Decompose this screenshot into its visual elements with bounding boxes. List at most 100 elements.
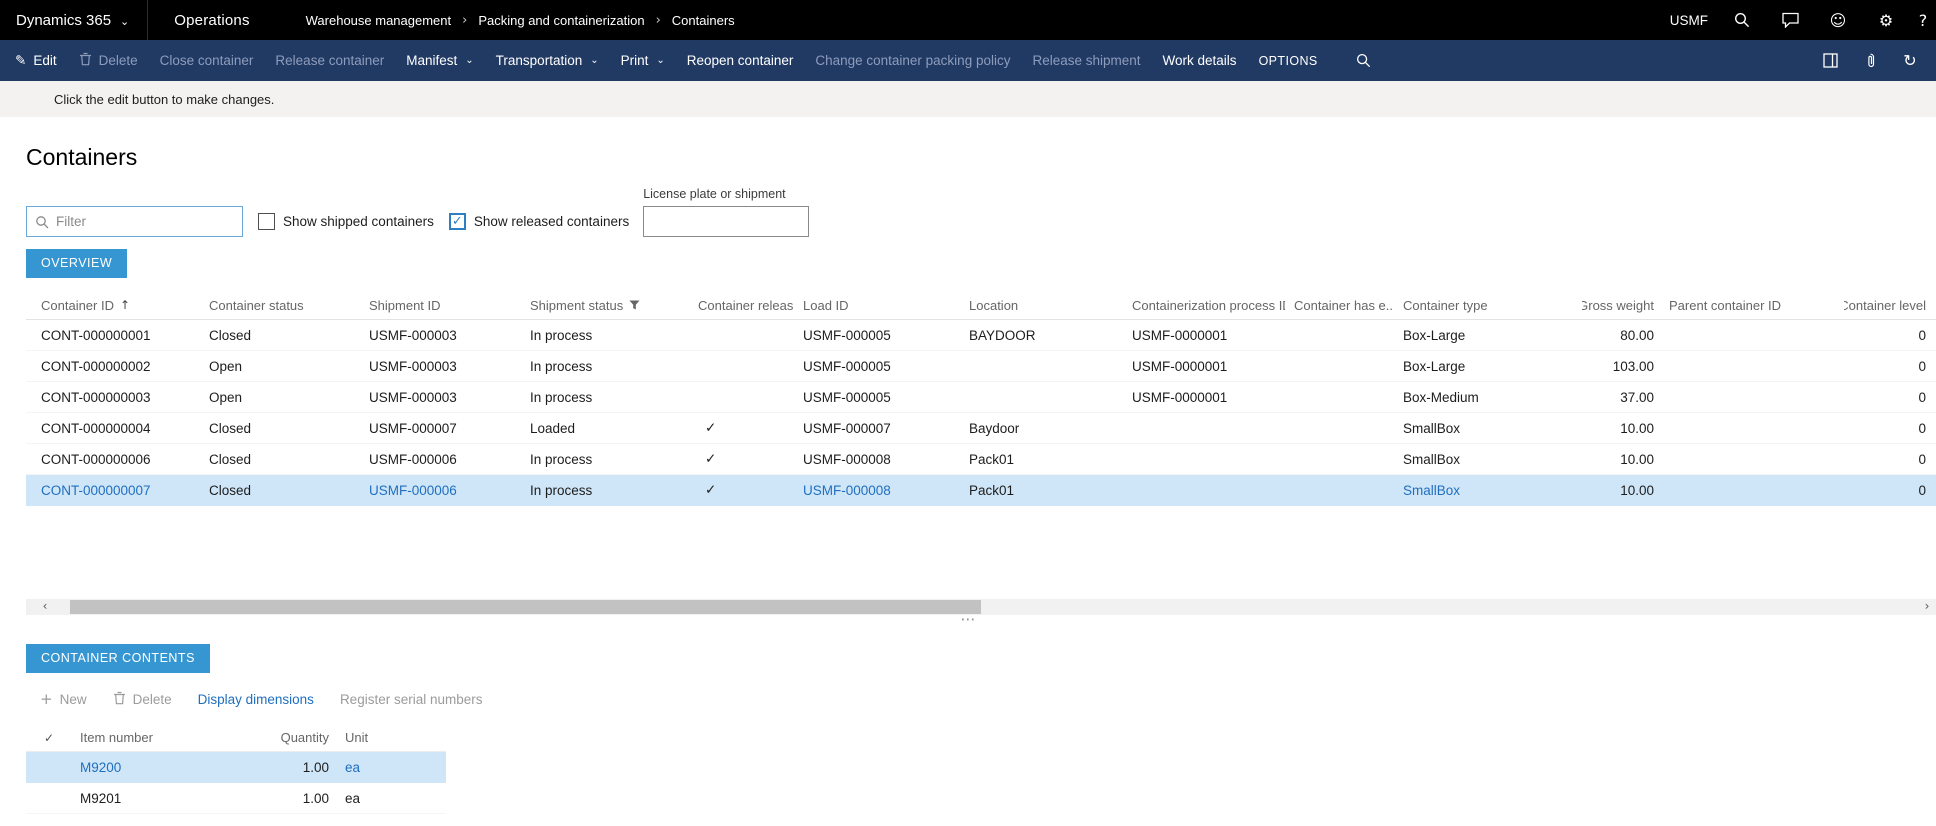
cell-container-released[interactable] (689, 382, 794, 412)
register-serial-numbers-button[interactable]: Register serial numbers (340, 692, 483, 707)
cell-shipment-status[interactable]: In process (521, 320, 689, 350)
cell-container-released[interactable] (689, 351, 794, 381)
new-button[interactable]: + New (40, 690, 87, 708)
cell-quantity[interactable]: 1.00 (257, 752, 337, 782)
help-icon[interactable]: ? (1910, 11, 1936, 30)
cell-shipment-status[interactable]: In process (521, 351, 689, 381)
cell-parent-container-id[interactable] (1660, 382, 1844, 412)
cell-container-has-errors[interactable] (1285, 444, 1394, 474)
company-picker[interactable]: USMF (1670, 13, 1708, 28)
cell-shipment-status[interactable]: In process (521, 475, 689, 505)
cell-parent-container-id[interactable] (1660, 320, 1844, 350)
horizontal-scrollbar[interactable]: ‹ › (26, 599, 1936, 615)
cell-container-id[interactable]: CONT-000000002 (26, 351, 200, 381)
column-header-item-number[interactable]: Item number (72, 724, 257, 751)
cell-container-id[interactable]: CONT-000000001 (26, 320, 200, 350)
attachments-icon[interactable] (1850, 53, 1890, 68)
cell-container-level[interactable]: 0 (1844, 413, 1936, 443)
print-menu-button[interactable]: Print ⌄ (610, 40, 676, 81)
cell-select[interactable] (26, 752, 72, 782)
table-row[interactable]: CONT-000000006 Closed USMF-000006 In pro… (26, 444, 1936, 475)
cell-container-has-errors[interactable] (1285, 413, 1394, 443)
list-item[interactable]: M9201 1.00 ea (26, 783, 446, 814)
app-name[interactable]: Operations (174, 12, 249, 29)
cell-location[interactable] (960, 382, 1123, 412)
cell-shipment-id[interactable]: USMF-000003 (360, 351, 521, 381)
column-header-parent-container-id[interactable]: Parent container ID (1660, 291, 1844, 319)
cell-containerization-process-id[interactable]: USMF-0000001 (1123, 320, 1285, 350)
column-header-load-id[interactable]: Load ID (794, 291, 960, 319)
display-dimensions-button[interactable]: Display dimensions (198, 692, 314, 707)
cell-load-id[interactable]: USMF-000005 (794, 320, 960, 350)
table-row[interactable]: CONT-000000002 Open USMF-000003 In proce… (26, 351, 1936, 382)
cell-container-level[interactable]: 0 (1844, 444, 1936, 474)
cell-container-level[interactable]: 0 (1844, 475, 1936, 505)
cell-container-level[interactable]: 0 (1844, 351, 1936, 381)
close-container-button[interactable]: Close container (149, 40, 265, 81)
cell-container-released[interactable]: ✓ (689, 413, 794, 443)
reopen-container-button[interactable]: Reopen container (676, 40, 805, 81)
filter-input[interactable] (56, 214, 234, 229)
column-header-container-type[interactable]: Container type (1394, 291, 1582, 319)
cell-container-level[interactable]: 0 (1844, 382, 1936, 412)
cell-containerization-process-id[interactable] (1123, 475, 1285, 505)
table-row[interactable]: CONT-000000003 Open USMF-000003 In proce… (26, 382, 1936, 413)
cell-unit[interactable]: ea (337, 783, 446, 813)
cell-gross-weight[interactable]: 37.00 (1582, 382, 1660, 412)
cell-container-status[interactable]: Open (200, 351, 360, 381)
show-released-containers-checkbox[interactable]: ✓ Show released containers (449, 213, 629, 230)
cell-container-level[interactable]: 0 (1844, 320, 1936, 350)
tab-overview[interactable]: OVERVIEW (26, 249, 127, 278)
search-icon[interactable] (1718, 12, 1766, 28)
column-header-shipment-id[interactable]: Shipment ID (360, 291, 521, 319)
column-header-gross-weight[interactable]: Gross weight (1582, 291, 1660, 319)
tab-container-contents[interactable]: CONTAINER CONTENTS (26, 644, 210, 673)
release-container-button[interactable]: Release container (264, 40, 395, 81)
cell-shipment-id[interactable]: USMF-000003 (360, 382, 521, 412)
action-search-icon[interactable] (1345, 40, 1382, 81)
cell-container-type[interactable]: SmallBox (1394, 475, 1582, 505)
cell-container-id[interactable]: CONT-000000003 (26, 382, 200, 412)
release-shipment-button[interactable]: Release shipment (1021, 40, 1151, 81)
cell-container-released[interactable]: ✓ (689, 475, 794, 505)
column-header-container-level[interactable]: Container level (1844, 291, 1936, 319)
cell-containerization-process-id[interactable] (1123, 444, 1285, 474)
cell-container-id[interactable]: CONT-000000006 (26, 444, 200, 474)
feedback-icon[interactable] (1766, 12, 1814, 28)
edit-button[interactable]: ✎ Edit (4, 40, 68, 81)
cell-container-has-errors[interactable] (1285, 320, 1394, 350)
column-header-container-released[interactable]: Container releas... (689, 291, 794, 319)
cell-parent-container-id[interactable] (1660, 475, 1844, 505)
cell-gross-weight[interactable]: 103.00 (1582, 351, 1660, 381)
cell-load-id[interactable]: USMF-000005 (794, 351, 960, 381)
column-header-location[interactable]: Location (960, 291, 1123, 319)
cell-location[interactable]: Baydoor (960, 413, 1123, 443)
cell-item-number[interactable]: M9200 (72, 752, 257, 782)
table-row[interactable]: CONT-000000004 Closed USMF-000007 Loaded… (26, 413, 1936, 444)
cell-container-released[interactable] (689, 320, 794, 350)
cell-item-number[interactable]: M9201 (72, 783, 257, 813)
column-header-containerization-process-id[interactable]: Containerization process ID (1123, 291, 1285, 319)
select-all-checkmark-icon[interactable]: ✓ (26, 724, 72, 751)
breadcrumb-warehouse-management[interactable]: Warehouse management (306, 13, 452, 28)
cell-container-released[interactable]: ✓ (689, 444, 794, 474)
column-header-container-status[interactable]: Container status (200, 291, 360, 319)
cell-container-id[interactable]: CONT-000000004 (26, 413, 200, 443)
cell-container-has-errors[interactable] (1285, 475, 1394, 505)
cell-load-id[interactable]: USMF-000008 (794, 444, 960, 474)
cell-location[interactable] (960, 351, 1123, 381)
table-row-selected[interactable]: CONT-000000007 Closed USMF-000006 In pro… (26, 475, 1936, 506)
cell-gross-weight[interactable]: 10.00 (1582, 475, 1660, 505)
scroll-left-arrow-icon[interactable]: ‹ (36, 599, 54, 615)
scrollbar-thumb[interactable] (70, 600, 981, 614)
cell-load-id[interactable]: USMF-000007 (794, 413, 960, 443)
show-shipped-containers-checkbox[interactable]: Show shipped containers (258, 213, 434, 230)
transportation-menu-button[interactable]: Transportation ⌄ (485, 40, 610, 81)
dynamics-home-button[interactable]: Dynamics 365 ⌄ (0, 0, 148, 40)
column-header-quantity[interactable]: Quantity (257, 724, 337, 751)
cell-container-status[interactable]: Closed (200, 444, 360, 474)
cell-shipment-id[interactable]: USMF-000006 (360, 475, 521, 505)
cell-parent-container-id[interactable] (1660, 413, 1844, 443)
breadcrumb-packing-and-containerization[interactable]: Packing and containerization (478, 13, 644, 28)
cell-shipment-status[interactable]: In process (521, 444, 689, 474)
